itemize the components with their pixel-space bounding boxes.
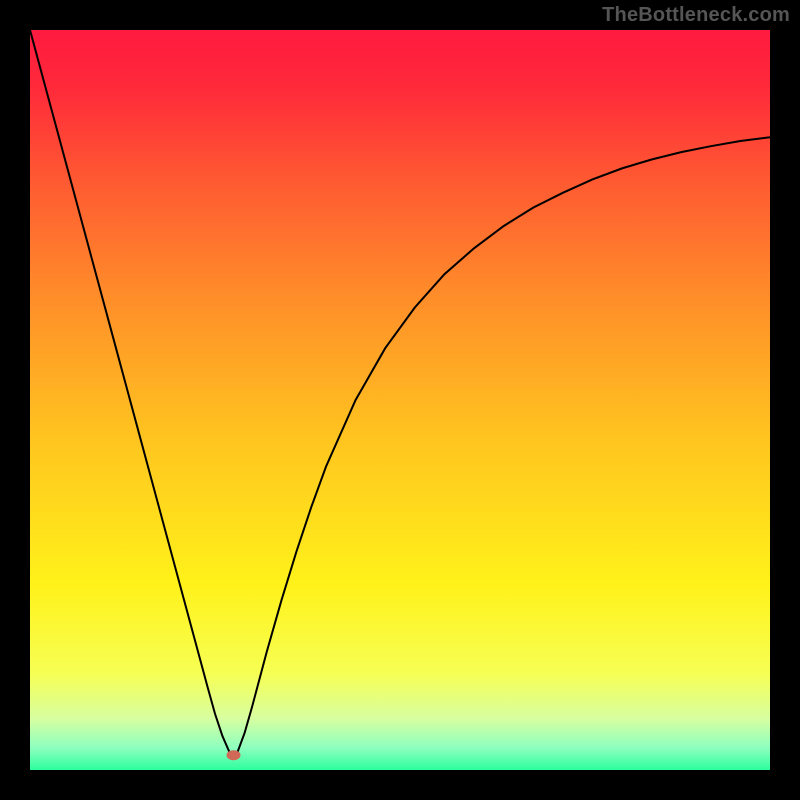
watermark-text: TheBottleneck.com [602,4,790,27]
chart-frame: TheBottleneck.com [0,0,800,800]
optimum-marker [227,750,241,760]
gradient-background [30,30,770,770]
chart-svg [30,30,770,770]
plot-area [30,30,770,770]
